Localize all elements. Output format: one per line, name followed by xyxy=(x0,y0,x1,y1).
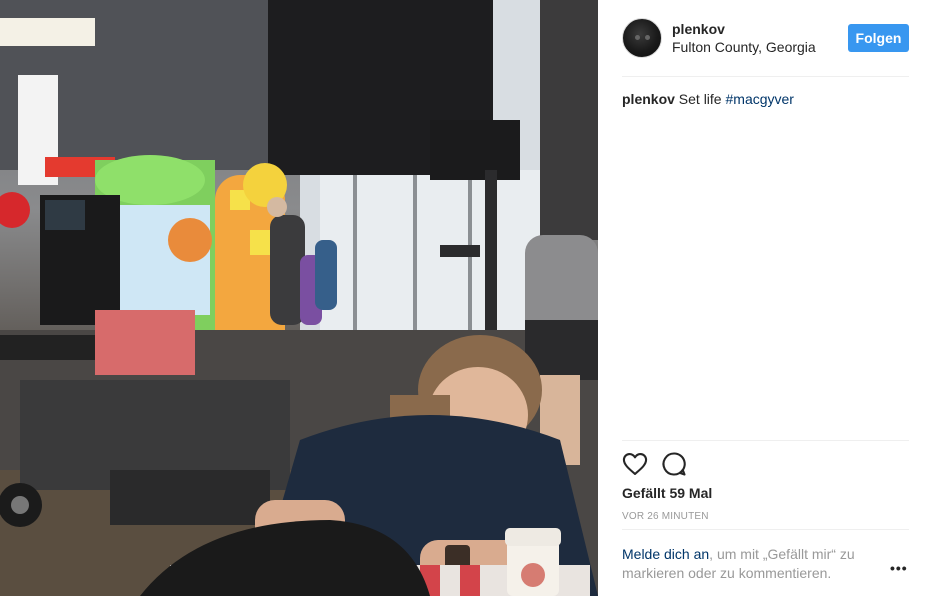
post-sidebar: plenkov Fulton County, Georgia Folgen pl… xyxy=(598,0,932,596)
login-divider xyxy=(622,529,909,530)
post-caption: plenkov Set life #macgyver xyxy=(622,90,794,108)
heart-outline-icon[interactable] xyxy=(621,450,649,478)
post-photo[interactable] xyxy=(0,0,598,596)
login-link[interactable]: Melde dich an xyxy=(622,546,709,562)
caption-hashtag[interactable]: #macgyver xyxy=(726,91,794,107)
like-count[interactable]: Gefällt 59 Mal xyxy=(622,485,712,501)
more-options-icon[interactable]: ••• xyxy=(890,560,908,576)
follow-button[interactable]: Folgen xyxy=(848,24,909,52)
avatar-eye-right xyxy=(645,35,650,40)
actions-divider xyxy=(622,440,909,441)
photo-illustration xyxy=(0,0,598,596)
header-divider xyxy=(622,76,909,77)
post-actions xyxy=(622,450,909,478)
caption-username[interactable]: plenkov xyxy=(622,91,675,107)
avatar[interactable] xyxy=(622,18,662,58)
username-link[interactable]: plenkov xyxy=(672,21,725,37)
login-prompt: Melde dich an, um mit „Gefällt mir“ zu m… xyxy=(622,545,882,583)
location-link[interactable]: Fulton County, Georgia xyxy=(672,39,816,55)
avatar-eye-left xyxy=(635,35,640,40)
comment-bubble-icon[interactable] xyxy=(660,450,688,478)
post-timestamp[interactable]: VOR 26 MINUTEN xyxy=(622,511,709,522)
caption-text: Set life xyxy=(674,91,726,107)
post-header: plenkov Fulton County, Georgia Folgen xyxy=(622,16,909,60)
